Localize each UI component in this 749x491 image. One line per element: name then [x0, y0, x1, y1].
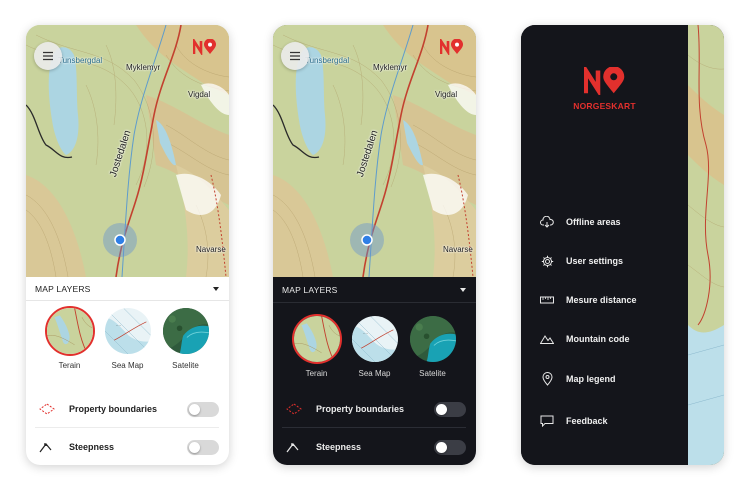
layer-option-satellite[interactable]: Satelite — [407, 314, 459, 378]
menu-item-label: Feedback — [566, 416, 608, 426]
layer-label: Sea Map — [358, 369, 391, 378]
map-layers-title: MAP LAYERS — [35, 283, 91, 294]
layer-label: Sea Map — [111, 361, 144, 370]
satellite-thumbnail — [161, 306, 211, 356]
layer-option-sea-map[interactable]: Sea Map — [102, 306, 154, 370]
hamburger-icon — [43, 51, 53, 61]
menu-item-user-settings[interactable]: User settings — [540, 252, 623, 270]
norgeskart-logo — [583, 67, 624, 95]
menu-item-label: Offline areas — [566, 217, 621, 227]
dashed-diamond-icon — [286, 403, 308, 415]
layer-option-terrain[interactable]: Terain — [44, 306, 96, 370]
toggle-label: Steepness — [69, 442, 115, 452]
drawer-logo: NORGESKART — [521, 67, 688, 111]
toggle-row-steepness: Steepness — [35, 429, 219, 465]
sea-map-thumbnail — [103, 306, 153, 356]
menu-item-label: Mountain code — [566, 334, 630, 344]
divider — [282, 427, 466, 428]
menu-button[interactable] — [34, 42, 62, 70]
map-label-lake: Tunsbergdal — [58, 56, 103, 65]
steepness-icon — [286, 441, 308, 453]
layer-option-terrain[interactable]: Terain — [291, 314, 343, 378]
chat-icon — [540, 414, 554, 428]
mountain-icon — [540, 332, 554, 346]
hamburger-icon — [290, 51, 300, 61]
toggle-label: Property boundaries — [316, 404, 405, 414]
menu-button[interactable] — [281, 42, 309, 70]
map-label-lake: Tunsbergdal — [305, 56, 350, 65]
map-view[interactable]: Tunsbergdal Myklemyr Vigdal Jostedalen N… — [26, 25, 229, 277]
layer-options: Terain Sea Map Satelite — [26, 306, 229, 370]
property-boundaries-switch[interactable] — [187, 401, 219, 417]
map-view-peek[interactable] — [688, 25, 724, 465]
layer-label: Terain — [305, 369, 328, 378]
map-view[interactable]: Tunsbergdal Myklemyr Vigdal Jostedalen N… — [273, 25, 476, 277]
toggle-label: Steepness — [316, 442, 362, 452]
brand-name: NORGESKART — [573, 101, 636, 111]
steepness-icon — [39, 441, 61, 453]
terrain-thumbnail — [291, 314, 342, 364]
steepness-switch[interactable] — [187, 439, 219, 455]
satellite-thumbnail — [408, 314, 458, 364]
layer-option-sea-map[interactable]: Sea Map — [349, 314, 401, 378]
menu-item-measure-distance[interactable]: Mesure distance — [540, 291, 637, 309]
layer-options: Terain Sea Map Satelite — [273, 314, 476, 378]
map-label-vigdal: Vigdal — [435, 90, 458, 99]
switch-knob — [189, 403, 200, 415]
terrain-thumbnail — [44, 306, 95, 356]
map-pin-icon — [540, 372, 554, 386]
map-label-navarse: Navarse — [196, 245, 226, 254]
map-layers-header[interactable]: MAP LAYERS — [26, 277, 229, 301]
norgeskart-logo — [440, 39, 464, 55]
map-label-navarse: Navarse — [443, 245, 473, 254]
dashed-diamond-icon — [39, 403, 61, 415]
cloud-download-icon — [540, 215, 554, 229]
layer-label: Terain — [58, 361, 81, 370]
layer-label: Satelite — [172, 361, 199, 370]
norgeskart-logo — [193, 39, 217, 55]
menu-item-offline-areas[interactable]: Offline areas — [540, 213, 621, 231]
map-layers-header[interactable]: MAP LAYERS — [273, 277, 476, 303]
property-boundaries-switch[interactable] — [434, 401, 466, 417]
menu-item-label: User settings — [566, 256, 624, 266]
menu-item-label: Map legend — [566, 374, 616, 384]
layer-label: Satelite — [419, 369, 446, 378]
sea-map-thumbnail — [350, 314, 400, 364]
layer-option-satellite[interactable]: Satelite — [160, 306, 212, 370]
phone-navigation-drawer: NORGESKART Offline areas User settings M… — [521, 25, 724, 465]
map-label-myklemyr: Myklemyr — [373, 63, 408, 72]
toggle-row-property-boundaries: Property boundaries — [35, 391, 219, 427]
toggle-label: Property boundaries — [69, 404, 158, 414]
caret-down-icon — [213, 286, 219, 291]
toggle-row-steepness: Steepness — [282, 429, 466, 465]
menu-item-feedback[interactable]: Feedback — [540, 412, 608, 430]
switch-knob — [189, 441, 200, 453]
caret-down-icon — [460, 287, 466, 292]
steepness-switch[interactable] — [434, 439, 466, 455]
switch-knob — [436, 441, 447, 453]
gear-icon — [540, 254, 554, 268]
menu-item-mountain-code[interactable]: Mountain code — [540, 330, 630, 348]
phone-light-map-layers: Tunsbergdal Myklemyr Vigdal Jostedalen N… — [26, 25, 229, 465]
divider — [35, 427, 219, 428]
map-label-myklemyr: Myklemyr — [126, 63, 161, 72]
toggle-row-property-boundaries: Property boundaries — [282, 391, 466, 427]
navigation-drawer: NORGESKART Offline areas User settings M… — [521, 25, 688, 465]
map-label-vigdal: Vigdal — [188, 90, 211, 99]
menu-item-map-legend[interactable]: Map legend — [540, 370, 616, 388]
menu-item-label: Mesure distance — [566, 295, 637, 305]
ruler-icon — [540, 293, 554, 307]
switch-knob — [436, 403, 447, 415]
phone-dark-map-layers: Tunsbergdal Myklemyr Vigdal Jostedalen N… — [273, 25, 476, 465]
map-layers-title: MAP LAYERS — [282, 284, 338, 295]
